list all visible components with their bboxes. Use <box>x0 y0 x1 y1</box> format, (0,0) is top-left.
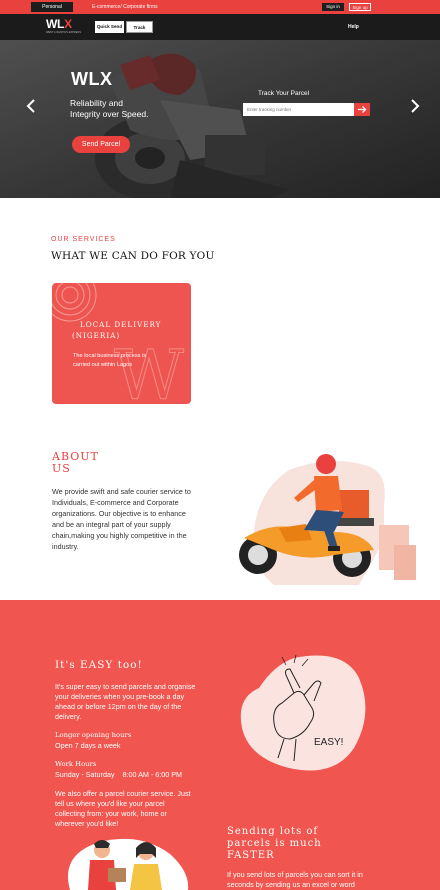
arrow-right-icon <box>358 106 367 113</box>
signup-button[interactable]: Sign up <box>349 3 371 11</box>
about-text-line: Individuals, E-commerce and Corporate <box>52 498 179 507</box>
card-title-line1: LOCAL DELIVERY <box>80 320 162 329</box>
work-hours-value: Sunday - Saturday 8:00 AM - 6:00 PM <box>55 770 183 779</box>
easy-intro-line: ahead or before 12pm on the day of the <box>55 702 182 711</box>
opening-hours-value: Open 7 days a week <box>55 741 121 750</box>
delivery-rider-illustration <box>239 454 416 585</box>
faster-heading-line: parcels is much <box>227 838 322 849</box>
easy-section: It's EASY too! It's super easy to send p… <box>0 600 440 890</box>
logo-subtitle: WEST LOGISTICS EXPRESS <box>46 31 81 34</box>
track-parcel-heading: Track Your Parcel <box>258 90 310 97</box>
faster-body-line: seconds by sending us an excel or word <box>227 880 355 889</box>
collect-line: We also offer a parcel courier service. … <box>55 789 191 798</box>
logo[interactable]: WLX WEST LOGISTICS EXPRESS <box>46 17 81 36</box>
signin-button[interactable]: Sign in <box>322 3 344 11</box>
main-nav: WLX WEST LOGISTICS EXPRESS Quick Send Tr… <box>0 14 440 40</box>
faster-body-line: If you send lots of parcels you can sort… <box>227 870 363 879</box>
hero-tagline-line1: Reliability and <box>70 98 123 108</box>
collect-line: tell us where you'd like your parcel <box>55 799 165 808</box>
card-title-line2: (NIGERIA) <box>72 331 121 340</box>
carousel-prev-icon[interactable] <box>25 98 37 114</box>
ecommerce-tab[interactable]: E-commerce/ Corporate firms <box>92 2 158 12</box>
help-link[interactable]: Help <box>348 23 359 31</box>
logo-text: WLX <box>46 17 72 31</box>
card-decoration-icon: W <box>52 283 185 404</box>
svg-text:W: W <box>114 337 184 404</box>
tracking-number-input[interactable] <box>243 103 354 116</box>
about-text-line: We provide swift and safe courier servic… <box>52 487 191 496</box>
about-text-line: and be an integral part of your supply <box>52 520 171 529</box>
easy-intro-line: It's super easy to send parcels and orga… <box>55 682 196 691</box>
services-eyebrow: OUR SERVICES <box>51 236 116 243</box>
easy-intro-line: delivery. <box>55 712 82 721</box>
hero-tagline-line2: Integrity over Speed. <box>70 109 149 119</box>
send-parcel-button[interactable]: Send Parcel <box>72 136 130 153</box>
carousel-next-icon[interactable] <box>409 98 421 114</box>
collect-line: collecting from: your work, home or <box>55 809 167 818</box>
hero-title: WLX <box>71 69 113 89</box>
about-text-line: chain,making you highly competitive in t… <box>52 531 187 540</box>
easy-intro-line: your deliveries when you pre-book a day <box>55 692 185 701</box>
about-text-line: organizations. Our objective is to enhan… <box>52 509 186 518</box>
card-desc-line2: carried out within Lagos <box>73 362 133 368</box>
track-button[interactable]: Track <box>126 21 153 33</box>
track-submit-button[interactable] <box>354 103 370 116</box>
card-desc-line1: The local business process is <box>73 353 147 359</box>
about-text-line: industry. <box>52 542 79 551</box>
couriers-illustration <box>68 838 189 890</box>
services-heading: WHAT WE CAN DO FOR YOU <box>51 250 215 262</box>
local-delivery-card[interactable]: W LOCAL DELIVERY (NIGERIA) The local bus… <box>52 283 191 404</box>
about-heading-line2: US <box>52 462 71 475</box>
easy-illustration-caption: EASY! <box>314 737 343 748</box>
hero-motorcycle-image <box>0 40 440 198</box>
faster-heading-line: Sending lots of <box>227 826 319 837</box>
hero-banner: WLX Reliability and Integrity over Speed… <box>0 40 440 198</box>
work-hours-label: Work Hours <box>55 760 97 768</box>
personal-tab[interactable]: Personal <box>31 2 73 12</box>
snap-hand-illustration: EASY! <box>240 654 366 771</box>
faster-heading-line: FASTER <box>227 850 275 861</box>
top-strip: Personal E-commerce/ Corporate firms Sig… <box>0 0 440 14</box>
easy-heading: It's EASY too! <box>55 659 143 671</box>
quick-send-button[interactable]: Quick Send <box>95 21 124 33</box>
opening-hours-label: Longer opening hours <box>55 731 132 739</box>
